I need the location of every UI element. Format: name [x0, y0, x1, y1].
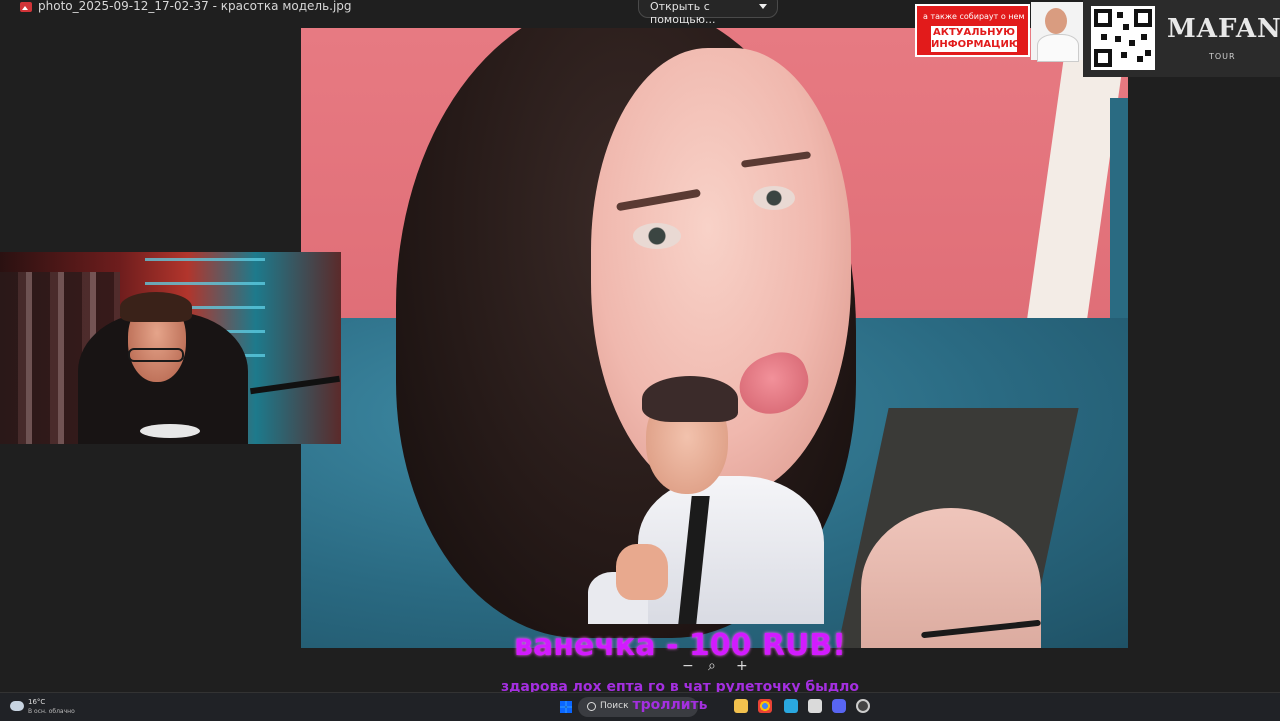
sticker-shirt [638, 476, 824, 624]
edge-icon[interactable] [784, 699, 798, 713]
qr-dot [1145, 50, 1151, 56]
qr-dot [1129, 40, 1135, 46]
qr-finder [1134, 9, 1152, 27]
open-with-button[interactable]: Открыть с помощью... [638, 0, 778, 26]
qr-dot [1137, 56, 1143, 62]
webcam-mic-arm [250, 375, 340, 395]
zoom-out-button[interactable]: − [682, 658, 694, 674]
weather-desc: В осн. облачно [28, 708, 75, 715]
zoom-fit-icon[interactable]: ⌕ [708, 658, 716, 674]
obs-icon[interactable] [856, 699, 870, 713]
notepad-icon[interactable] [808, 699, 822, 713]
promo-small-text: а также собираут о нем [923, 12, 1025, 21]
weather-cloud-icon[interactable] [10, 701, 24, 711]
open-with-label: Открыть с помощью... [650, 0, 716, 26]
tour-banner: MAFANYA TOUR [1083, 0, 1280, 77]
zoom-in-button[interactable]: + [736, 658, 748, 674]
webcam-streamer-hair [120, 292, 192, 322]
promo-big-text: АКТУАЛЬНУЮ ИНФОРМАЦИЮ [931, 26, 1021, 52]
qr-dot [1101, 34, 1107, 40]
chrome-icon[interactable] [758, 699, 772, 713]
webcam-overlay [0, 252, 341, 444]
tour-brand: MAFANYA [1167, 14, 1280, 44]
qr-finder [1094, 9, 1112, 27]
webcam-glasses [128, 348, 184, 362]
search-icon [587, 702, 596, 711]
tour-subtitle: TOUR [1209, 52, 1236, 61]
chevron-down-icon [759, 4, 767, 9]
weather-temp: 16°C [28, 698, 46, 706]
sticker-thumbs-up [616, 544, 668, 600]
webcam-shirt-print [140, 424, 200, 438]
qr-finder [1094, 49, 1112, 67]
promo-person-image [1031, 2, 1083, 62]
windows-start-icon[interactable] [560, 701, 572, 713]
qr-dot [1123, 24, 1129, 30]
photo-eye-left [633, 223, 681, 249]
file-title: photo_2025-09-12_17-02-37 - красотка мод… [38, 0, 352, 13]
promo-box: а также собираут о нем АКТУАЛЬНУЮ ИНФОРМ… [915, 4, 1030, 57]
qr-dot [1121, 52, 1127, 58]
qr-code [1091, 6, 1155, 70]
promo-banner: а также собираут о нем АКТУАЛЬНУЮ ИНФОРМ… [915, 2, 1083, 62]
qr-dot [1115, 36, 1121, 42]
qr-dot [1141, 34, 1147, 40]
donation-message-line2: троллить [632, 697, 708, 713]
qr-dot [1117, 12, 1123, 18]
photo-app-icon [20, 2, 32, 12]
photo-eye-right [753, 186, 795, 210]
zoom-controls: − ⌕ + [672, 658, 760, 678]
sticker-hair [642, 376, 738, 422]
donation-sticker-image [588, 376, 824, 624]
discord-icon[interactable] [832, 699, 846, 713]
